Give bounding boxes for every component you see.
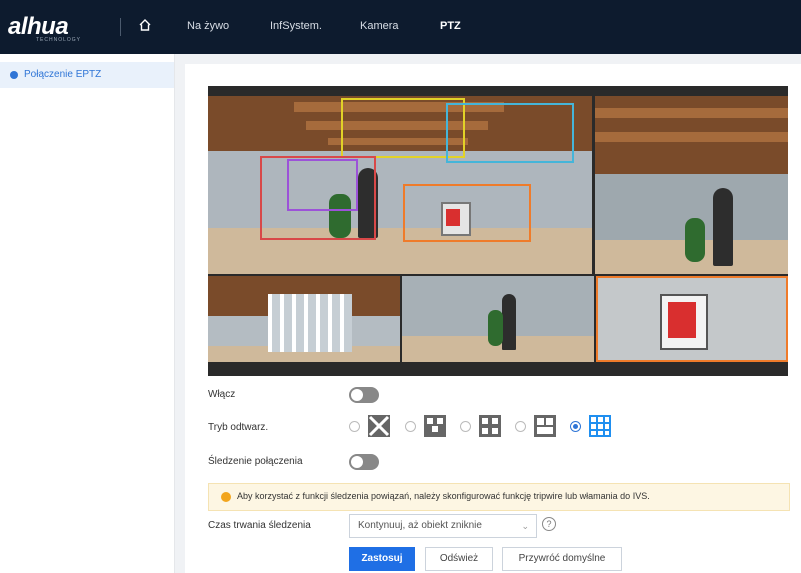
- nav-live[interactable]: Na żywo: [187, 20, 229, 32]
- enable-toggle[interactable]: [349, 387, 379, 403]
- enable-label: Włącz: [208, 389, 236, 400]
- video-panel-bottom-middle: [402, 276, 594, 362]
- gear-icon: [10, 71, 18, 79]
- nav-ptz[interactable]: PTZ: [440, 20, 461, 32]
- warning-icon: [221, 492, 231, 502]
- chevron-down-icon: ⌄: [521, 521, 529, 531]
- mode-radio-2[interactable]: [405, 421, 416, 432]
- layout-multi-icon: [589, 415, 611, 437]
- home-icon[interactable]: [138, 18, 152, 32]
- duration-label: Czas trwania śledzenia: [208, 520, 311, 531]
- mode-radio-1[interactable]: [349, 421, 360, 432]
- duration-select[interactable]: Kontynuuj, aż obiekt zniknie ⌄: [349, 514, 537, 538]
- nav-info[interactable]: InfSystem.: [270, 20, 322, 32]
- mode-radio-4[interactable]: [515, 421, 526, 432]
- video-preview: [208, 86, 788, 376]
- playback-mode-label: Tryb odtwarz.: [208, 422, 269, 433]
- top-separator: [120, 18, 121, 36]
- video-panel-bottom-left: [208, 276, 400, 362]
- video-panel-tracking: [596, 276, 788, 362]
- mode-radio-5[interactable]: [570, 421, 581, 432]
- tracking-label: Śledzenie połączenia: [208, 456, 303, 467]
- sidebar: Połączenie EPTZ: [0, 54, 175, 573]
- refresh-button[interactable]: Odśwież: [425, 547, 493, 571]
- layout-x-icon: [368, 415, 390, 437]
- video-panel-top-right: [595, 96, 788, 274]
- duration-value: Kontynuuj, aż obiekt zniknie: [358, 520, 482, 531]
- info-banner: Aby korzystać z funkcji śledzenia powiąz…: [208, 483, 790, 511]
- top-navigation-bar: alhua TECHNOLOGY Na żywo InfSystem. Kame…: [0, 0, 801, 54]
- mode-radio-3[interactable]: [460, 421, 471, 432]
- default-button[interactable]: Przywróć domyślne: [502, 547, 622, 571]
- layout-split-icon: [534, 415, 556, 437]
- info-text: Aby korzystać z funkcji śledzenia powiąz…: [237, 491, 650, 501]
- logo-subtitle: TECHNOLOGY: [36, 37, 82, 43]
- sidebar-item-eptz[interactable]: Połączenie EPTZ: [0, 62, 174, 88]
- sidebar-item-label: Połączenie EPTZ: [24, 69, 102, 80]
- tracking-toggle[interactable]: [349, 454, 379, 470]
- nav-camera[interactable]: Kamera: [360, 20, 399, 32]
- apply-button[interactable]: Zastosuj: [349, 547, 415, 571]
- layout-grid-icon: [424, 415, 446, 437]
- layout-quad-icon: [479, 415, 501, 437]
- help-icon[interactable]: ?: [542, 517, 556, 531]
- video-panel-main: [208, 96, 592, 274]
